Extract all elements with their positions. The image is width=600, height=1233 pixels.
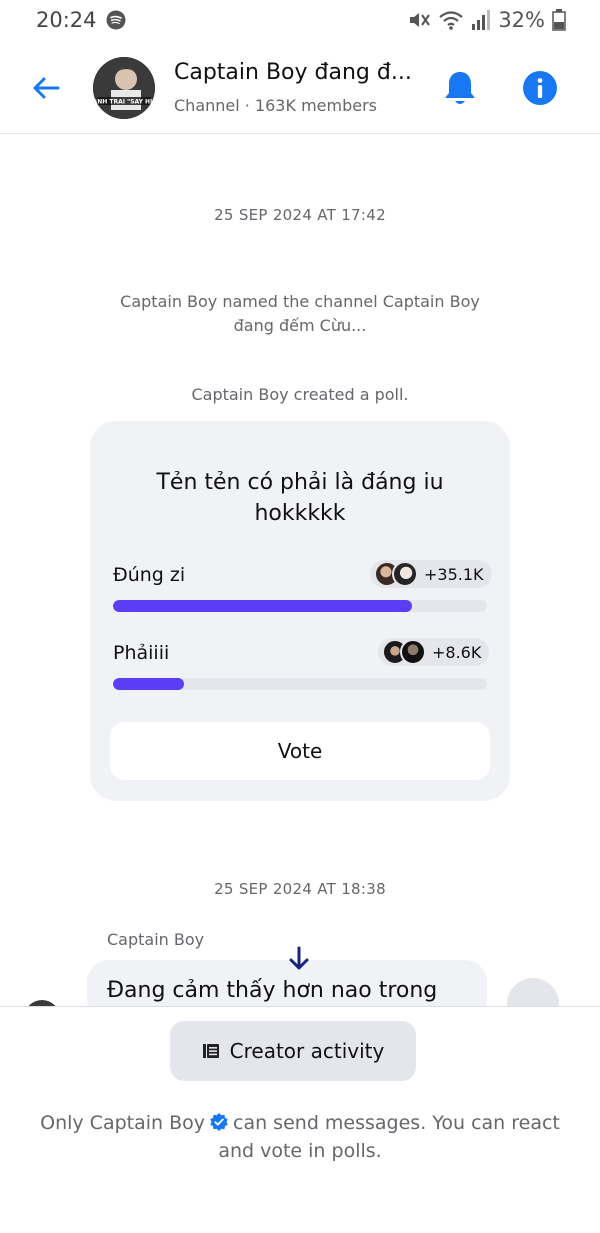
composer-footer: Creator activity Only Captain Boy can se… xyxy=(0,1006,600,1233)
poll-option-bar xyxy=(113,678,487,690)
spotify-icon xyxy=(106,10,126,30)
note-owner: Only Captain Boy xyxy=(40,1112,206,1134)
poll-option-voters[interactable]: +35.1K xyxy=(370,560,492,588)
poll-option-bar xyxy=(113,600,487,612)
posting-permission-note: Only Captain Boy can send messages. You … xyxy=(40,1109,560,1165)
status-time: 20:24 xyxy=(36,8,97,32)
battery-icon xyxy=(552,9,566,31)
poll-option-label[interactable]: Phảiiii xyxy=(113,642,169,664)
vote-count: +35.1K xyxy=(424,564,484,584)
rename-system-message: Captain Boy named the channel Captain Bo… xyxy=(120,292,480,335)
poll-created-message: Captain Boy created a poll. xyxy=(191,385,409,404)
signal-icon xyxy=(472,10,491,30)
wifi-icon xyxy=(439,11,464,30)
timestamp: 25 SEP 2024 AT 18:38 xyxy=(214,880,386,898)
verified-badge-icon xyxy=(210,1113,228,1131)
status-indicators: 32% xyxy=(407,8,566,32)
back-arrow-icon[interactable] xyxy=(30,72,62,104)
poll-option-bar-fill xyxy=(113,678,185,690)
vote-button[interactable]: Vote xyxy=(110,722,490,780)
poll-option-voters[interactable]: +8.6K xyxy=(378,638,490,666)
voter-avatar xyxy=(392,561,418,587)
activity-list-icon xyxy=(202,1044,219,1058)
creator-activity-label: Creator activity xyxy=(229,1039,385,1063)
bell-icon[interactable] xyxy=(443,69,477,107)
poll-card: Tẻn tẻn có phải là đáng iu hokkkkk Đúng … xyxy=(90,421,510,801)
poll-option-bar-fill xyxy=(113,600,413,612)
vote-count: +8.6K xyxy=(432,642,482,662)
poll-question: Tẻn tẻn có phải là đáng iu hokkkkk xyxy=(156,470,444,526)
poll-option-label[interactable]: Đúng zi xyxy=(113,564,185,586)
message-sender: Captain Boy xyxy=(107,930,205,949)
channel-title[interactable]: Captain Boy đang đ... xyxy=(174,60,424,85)
channel-subtitle: Channel · 163K members xyxy=(174,96,377,115)
battery-percent: 32% xyxy=(498,8,545,32)
message-text: Đang cảm thấy hơn nao trong xyxy=(107,978,438,1003)
timestamp: 25 SEP 2024 AT 17:42 xyxy=(214,206,386,224)
mute-icon xyxy=(410,13,431,27)
svg-text:ANH TRAI "SAY HI": ANH TRAI "SAY HI" xyxy=(93,99,155,106)
info-icon[interactable] xyxy=(522,70,558,106)
avatar-image: ANH TRAI "SAY HI" xyxy=(93,57,155,119)
arrow-down-icon[interactable] xyxy=(284,944,314,974)
note-rest: can send messages. You can react and vot… xyxy=(218,1112,560,1162)
creator-activity-button[interactable]: Creator activity xyxy=(170,1021,416,1081)
channel-avatar[interactable]: ANH TRAI "SAY HI" xyxy=(93,57,155,119)
voter-avatar xyxy=(400,639,426,665)
channel-header: ANH TRAI "SAY HI" Captain Boy đang đ... … xyxy=(0,42,600,134)
status-bar: 20:24 32% xyxy=(0,0,600,42)
